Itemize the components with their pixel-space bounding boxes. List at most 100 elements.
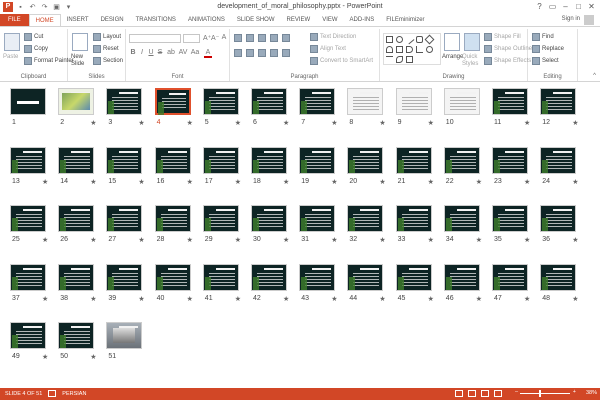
transition-star-icon[interactable]: ★ (428, 178, 434, 186)
slide-thumbnail[interactable] (10, 205, 46, 232)
slide-thumbnail[interactable] (10, 88, 46, 115)
slide-sorter-view-icon[interactable] (468, 390, 476, 397)
arrange-icon[interactable] (444, 33, 460, 51)
curve-shape-icon[interactable] (396, 56, 403, 63)
tab-animations[interactable]: ANIMATIONS (182, 14, 231, 26)
text-shadow-button[interactable]: ab (166, 49, 176, 56)
slide-thumbnail[interactable] (202, 205, 239, 232)
transition-star-icon[interactable]: ★ (90, 119, 96, 127)
transition-star-icon[interactable]: ★ (524, 295, 530, 303)
arc-shape-icon[interactable] (386, 46, 393, 53)
collapse-ribbon-icon[interactable]: ^ (593, 73, 596, 79)
transition-star-icon[interactable]: ★ (90, 295, 96, 303)
transition-star-icon[interactable]: ★ (331, 295, 337, 303)
slide-thumbnail[interactable] (443, 146, 480, 174)
transition-star-icon[interactable]: ★ (283, 295, 289, 303)
layout-button[interactable]: Layout (93, 33, 121, 41)
bold-button[interactable]: B (129, 49, 137, 56)
transition-star-icon[interactable]: ★ (379, 236, 385, 244)
slide-thumbnail[interactable] (540, 205, 577, 232)
slide-thumbnail[interactable] (299, 205, 336, 232)
tab-file[interactable]: FILE (0, 14, 29, 26)
slide-thumbnail[interactable] (10, 263, 46, 291)
text-direction-button[interactable]: Text Direction (310, 33, 356, 41)
slide-thumbnail[interactable] (492, 263, 528, 291)
justify-icon[interactable] (270, 49, 278, 57)
replace-button[interactable]: Replace (532, 45, 564, 53)
transition-star-icon[interactable]: ★ (524, 119, 530, 127)
transition-star-icon[interactable]: ★ (235, 119, 241, 127)
transition-star-icon[interactable]: ★ (138, 295, 144, 303)
new-slide-button[interactable]: New Slide (71, 54, 93, 68)
slide-thumbnail[interactable] (540, 146, 577, 174)
normal-view-icon[interactable] (455, 390, 463, 397)
shape-fill-button[interactable]: Shape Fill (484, 33, 521, 41)
change-case-button[interactable]: Aa (190, 49, 200, 56)
slide-thumbnail[interactable] (251, 146, 287, 174)
diamond-shape-icon[interactable] (424, 34, 435, 45)
tab-home[interactable]: HOME (28, 14, 61, 26)
transition-star-icon[interactable]: ★ (42, 295, 48, 303)
font-color-button[interactable]: A (204, 49, 212, 58)
transition-star-icon[interactable]: ★ (235, 295, 241, 303)
select-button[interactable]: Select (532, 57, 559, 65)
slide-thumbnail[interactable] (251, 263, 287, 291)
slide-thumbnail[interactable] (299, 88, 336, 115)
slide-thumbnail[interactable] (251, 88, 287, 115)
slide-thumbnail[interactable] (154, 205, 191, 232)
freeform-shape-icon[interactable] (406, 56, 413, 63)
slide-thumbnail[interactable] (540, 88, 577, 115)
transition-star-icon[interactable]: ★ (331, 236, 337, 244)
transition-star-icon[interactable]: ★ (187, 178, 193, 186)
tab-add-ins[interactable]: ADD-INS (344, 14, 381, 26)
slide-thumbnail[interactable] (492, 205, 528, 232)
find-button[interactable]: Find (532, 33, 554, 41)
align-center-icon[interactable] (246, 49, 254, 57)
transition-star-icon[interactable]: ★ (90, 236, 96, 244)
slide-thumbnail[interactable] (299, 263, 336, 291)
slide-thumbnail[interactable] (58, 322, 95, 349)
spellcheck-icon[interactable] (48, 390, 56, 397)
align-left-icon[interactable] (234, 49, 242, 57)
transition-star-icon[interactable]: ★ (572, 178, 578, 186)
slide-thumbnail[interactable] (347, 205, 384, 232)
transition-star-icon[interactable]: ★ (428, 236, 434, 244)
quick-styles-icon[interactable] (464, 33, 480, 51)
tab-insert[interactable]: INSERT (61, 14, 95, 26)
slide-thumbnail[interactable] (347, 88, 384, 115)
transition-star-icon[interactable]: ★ (283, 178, 289, 186)
transition-star-icon[interactable]: ★ (283, 236, 289, 244)
transition-star-icon[interactable]: ★ (42, 353, 48, 361)
columns-icon[interactable] (282, 49, 290, 57)
ribbon-display-button[interactable]: ▭ (546, 1, 559, 12)
transition-star-icon[interactable]: ★ (476, 295, 482, 303)
character-spacing-button[interactable]: AV (178, 49, 188, 56)
slide-thumbnail[interactable] (395, 263, 432, 291)
slide-thumbnail[interactable] (106, 322, 143, 349)
arrange-button[interactable]: Arrange (442, 54, 463, 60)
slide-thumbnail[interactable] (154, 88, 191, 115)
slide-thumbnail[interactable] (106, 88, 143, 115)
slide-thumbnail[interactable] (202, 146, 239, 174)
quick-styles-button[interactable]: Quick Styles (462, 54, 482, 68)
transition-star-icon[interactable]: ★ (42, 236, 48, 244)
decrease-indent-icon[interactable] (258, 34, 266, 42)
zoom-slider-thumb[interactable] (539, 390, 541, 397)
slide-thumbnail[interactable] (347, 263, 384, 291)
slide-thumbnail[interactable] (58, 88, 95, 115)
tab-review[interactable]: REVIEW (281, 14, 317, 26)
avatar[interactable] (584, 15, 594, 25)
slide-thumbnail[interactable] (395, 88, 432, 115)
numbering-icon[interactable] (246, 34, 254, 42)
slide-thumbnail[interactable] (106, 263, 143, 291)
transition-star-icon[interactable]: ★ (283, 119, 289, 127)
slide-thumbnail[interactable] (154, 146, 191, 174)
transition-star-icon[interactable]: ★ (138, 236, 144, 244)
slide-thumbnail[interactable] (492, 146, 528, 174)
transition-star-icon[interactable]: ★ (187, 295, 193, 303)
slide-thumbnail[interactable] (443, 88, 480, 115)
transition-star-icon[interactable]: ★ (572, 295, 578, 303)
transition-star-icon[interactable]: ★ (90, 178, 96, 186)
transition-star-icon[interactable]: ★ (428, 295, 434, 303)
slide-thumbnail[interactable] (347, 146, 384, 174)
